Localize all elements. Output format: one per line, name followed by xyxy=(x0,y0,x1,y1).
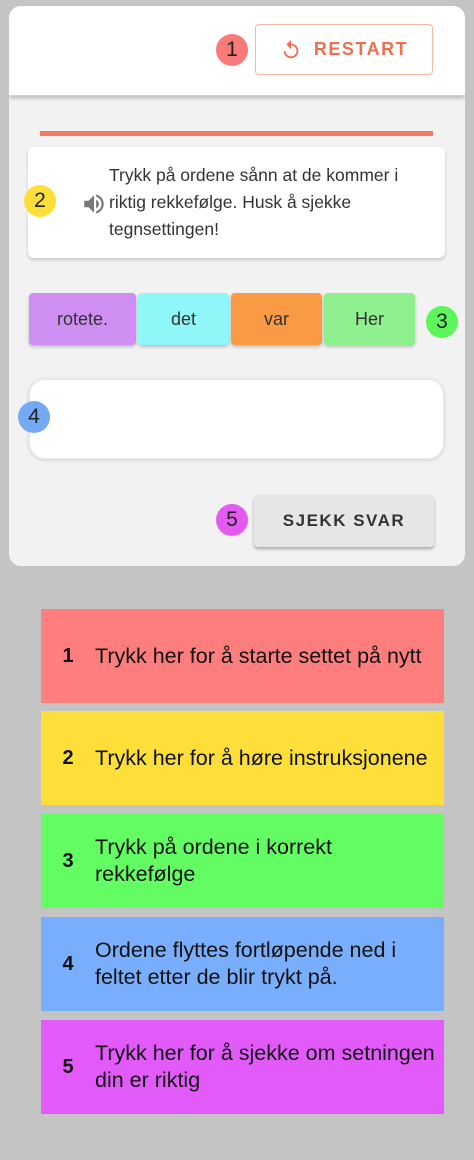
word-chip[interactable]: rotete. xyxy=(29,293,136,345)
restart-button[interactable]: RESTART xyxy=(255,24,433,75)
word-chip[interactable]: det xyxy=(138,293,229,345)
legend-text: Ordene flyttes fortløpende ned i feltet … xyxy=(95,938,397,989)
legend-number: 4 xyxy=(62,952,74,975)
restart-icon xyxy=(283,39,299,58)
legend-item-3: 3 Trykk på ordene i korrekt rekkefølge xyxy=(41,814,444,908)
word-chip[interactable]: Her xyxy=(324,293,415,345)
legend-item-2: 2 Trykk her for å høre instruksjonene xyxy=(41,711,444,805)
legend-item-1: 1 Trykk her for å starte settet på nytt xyxy=(41,609,444,703)
exercise-card: RESTART Trykk på ordene sånn at de komme… xyxy=(9,6,465,566)
badge-1: 1 xyxy=(216,34,248,66)
speaker-icon[interactable] xyxy=(80,191,108,217)
badge-5: 5 xyxy=(216,504,248,536)
legend-number: 1 xyxy=(62,644,74,667)
legend-text: Trykk her for å sjekke om setningen din … xyxy=(95,1041,435,1092)
badge-2: 2 xyxy=(24,185,56,217)
legend-number: 2 xyxy=(62,746,74,769)
legend-number: 3 xyxy=(62,849,74,872)
word-chip[interactable]: var xyxy=(231,293,322,345)
legend-text: Trykk her for å høre instruksjonene xyxy=(95,745,428,770)
restart-label: RESTART xyxy=(313,39,409,59)
instruction-box: Trykk på ordene sånn at de kommer i rikt… xyxy=(28,147,445,258)
instruction-text: Trykk på ordene sånn at de kommer i rikt… xyxy=(109,165,399,239)
legend-text: Trykk her for å starte settet på nytt xyxy=(95,643,422,668)
legend-text: Trykk på ordene i korrekt rekkefølge xyxy=(95,835,332,886)
legend-item-5: 5 Trykk her for å sjekke om setningen di… xyxy=(41,1020,444,1114)
check-answer-button[interactable]: SJEKK SVAR xyxy=(254,495,434,547)
answer-field[interactable] xyxy=(29,379,444,459)
legend-item-4: 4 Ordene flyttes fortløpende ned i felte… xyxy=(41,917,444,1011)
badge-4: 4 xyxy=(18,401,50,433)
legend-number: 5 xyxy=(62,1055,74,1078)
progress-bar xyxy=(40,131,433,136)
badge-3: 3 xyxy=(426,306,458,338)
word-bank: rotete. det var Her xyxy=(29,293,415,345)
